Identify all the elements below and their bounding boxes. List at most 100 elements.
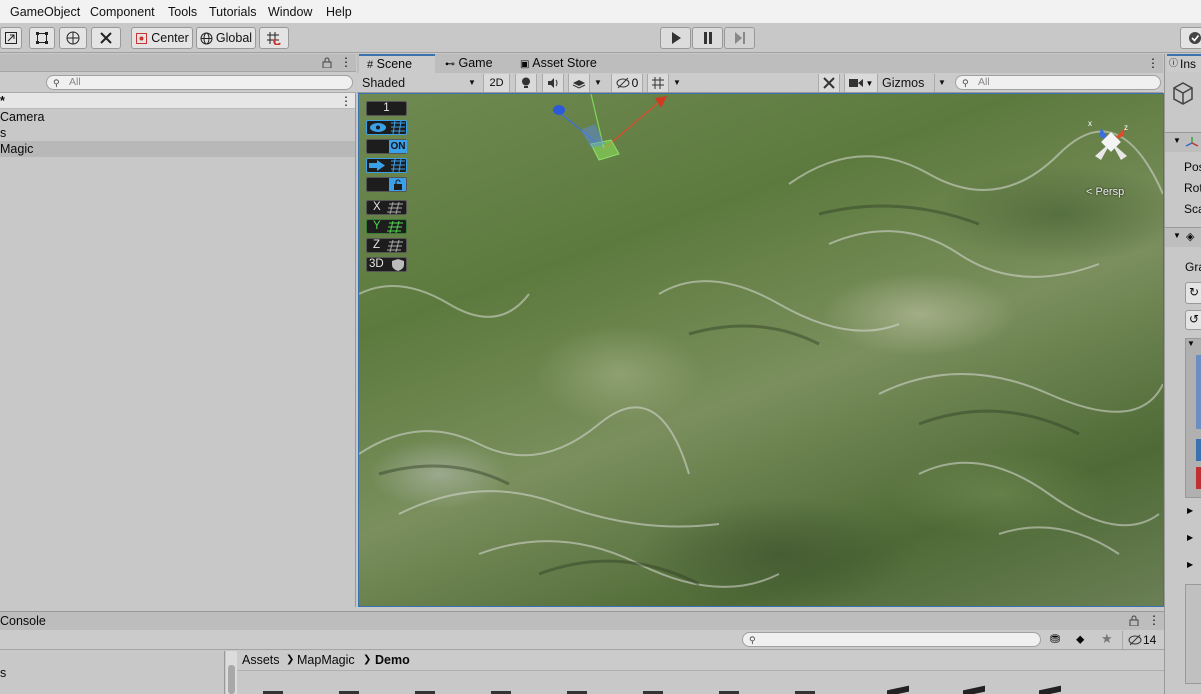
- audio-toggle[interactable]: [542, 74, 564, 92]
- tab-game[interactable]: ⊷ Game: [437, 54, 509, 73]
- transform-component-header[interactable]: ▼: [1165, 132, 1201, 152]
- 2d-toggle-button[interactable]: 2D: [483, 74, 510, 92]
- grid-snap-button[interactable]: [259, 27, 289, 49]
- scale-label: Sca: [1184, 202, 1201, 216]
- tab-scene[interactable]: # Scene: [359, 54, 435, 73]
- grid-toggle[interactable]: [647, 74, 669, 92]
- hierarchy-item-selected[interactable]: Magic: [0, 141, 355, 157]
- orientation-gizmo[interactable]: x z: [1088, 119, 1128, 160]
- hierarchy-search-input[interactable]: ⚲ All: [46, 75, 353, 90]
- search-placeholder: All: [69, 76, 81, 88]
- breadcrumb: Assets ❯ MapMagic ❯ Demo: [237, 651, 1164, 671]
- lock-icon[interactable]: [322, 57, 332, 68]
- component-header[interactable]: ▼ ◈: [1165, 227, 1201, 247]
- transform-tool-button[interactable]: [59, 27, 87, 49]
- number-button[interactable]: 1: [366, 101, 407, 116]
- project-search-input[interactable]: ⚲: [742, 632, 1041, 647]
- grid-plane-icon: [387, 240, 403, 252]
- asset-thumbnail[interactable]: [963, 685, 985, 694]
- lock-button[interactable]: [366, 177, 407, 192]
- label-icon[interactable]: ⬥: [1076, 632, 1084, 647]
- tab-console[interactable]: Console: [0, 614, 46, 628]
- folder-item[interactable]: s: [0, 666, 6, 680]
- lock-icon[interactable]: [1129, 615, 1139, 626]
- camera-settings-dropdown[interactable]: ▼: [844, 74, 878, 92]
- shield-icon: [392, 259, 404, 271]
- menu-help[interactable]: Help: [326, 5, 352, 19]
- refresh-button[interactable]: ↻: [1185, 282, 1201, 304]
- x-axis-button[interactable]: X: [366, 200, 407, 215]
- pivot-center-toggle[interactable]: Center: [131, 27, 193, 49]
- clear-button[interactable]: ↺: [1185, 310, 1201, 330]
- hierarchy-item-label: Camera: [0, 110, 45, 124]
- scene-menu-icon[interactable]: ⋮: [340, 93, 352, 109]
- effects-toggle[interactable]: [568, 74, 590, 92]
- menu-tutorials[interactable]: Tutorials: [209, 5, 256, 19]
- account-button[interactable]: [1180, 27, 1201, 49]
- scrollbar[interactable]: [226, 651, 237, 694]
- scene-tools-button[interactable]: [818, 74, 840, 92]
- panel-menu-icon[interactable]: ⋮: [340, 55, 352, 69]
- filter-type-icon[interactable]: ⛃: [1050, 632, 1060, 646]
- chevron-down-icon[interactable]: ▼: [673, 74, 681, 92]
- chevron-right-icon: ❯: [363, 654, 372, 665]
- global-space-toggle[interactable]: Global: [196, 27, 256, 49]
- chevron-right-icon[interactable]: ▶: [1187, 560, 1193, 569]
- chevron-down-icon: ▼: [1187, 339, 1195, 348]
- hidden-objects-toggle[interactable]: 0: [611, 74, 643, 92]
- menu-gameobject[interactable]: GameObject: [10, 5, 80, 19]
- asset-thumbnail[interactable]: [1039, 685, 1061, 694]
- transform-axes-icon: [1185, 137, 1199, 147]
- asset-thumbnail[interactable]: [887, 685, 909, 694]
- custom-tool-button[interactable]: [91, 27, 121, 49]
- color-swatch[interactable]: [1196, 467, 1201, 489]
- tab-asset-store[interactable]: ▣ Asset Store: [512, 54, 612, 73]
- search-icon: ⚲: [962, 78, 969, 88]
- lighting-toggle[interactable]: [515, 74, 537, 92]
- hidden-count: 0: [631, 76, 639, 90]
- hidden-packages-toggle[interactable]: 14: [1122, 631, 1162, 649]
- y-axis-button[interactable]: Y: [366, 219, 407, 234]
- position-label: Pos: [1184, 160, 1201, 174]
- chevron-right-icon[interactable]: ▶: [1187, 533, 1193, 542]
- menu-window[interactable]: Window: [268, 5, 312, 19]
- grid-plane-icon: [387, 221, 403, 233]
- scene-header-row[interactable]: * ⋮: [0, 93, 355, 109]
- on-toggle[interactable]: ON: [366, 139, 407, 154]
- 3d-button[interactable]: 3D: [366, 257, 407, 272]
- scale-tool-button[interactable]: [0, 27, 22, 49]
- chevron-right-icon[interactable]: ▶: [1187, 506, 1193, 515]
- shading-mode-dropdown[interactable]: Shaded ▼: [362, 74, 476, 92]
- transform-gizmo[interactable]: [553, 94, 667, 161]
- hierarchy-item[interactable]: s: [0, 125, 355, 141]
- panel-menu-icon[interactable]: ⋮: [1147, 56, 1159, 70]
- scene-viewport[interactable]: x z < Persp 1 ON X Y Z 3D: [359, 94, 1163, 606]
- persp-label[interactable]: < Persp: [1086, 186, 1124, 198]
- arrow-button[interactable]: [366, 158, 407, 173]
- step-button[interactable]: [724, 27, 755, 49]
- visibility-button[interactable]: [366, 120, 407, 135]
- play-button[interactable]: [660, 27, 691, 49]
- color-swatch[interactable]: [1196, 355, 1201, 429]
- pause-button[interactable]: [692, 27, 723, 49]
- color-swatch[interactable]: [1196, 439, 1201, 461]
- tab-game-label: Game: [458, 56, 493, 70]
- menu-tools[interactable]: Tools: [168, 5, 197, 19]
- tab-inspector[interactable]: ⓘ Ins: [1167, 54, 1201, 72]
- rect-tool-button[interactable]: [29, 27, 55, 49]
- panel-menu-icon[interactable]: ⋮: [1148, 613, 1160, 627]
- hierarchy-toolbar: ⚲ All: [0, 72, 356, 93]
- breadcrumb-item[interactable]: Assets: [242, 653, 280, 667]
- breadcrumb-item[interactable]: MapMagic: [297, 653, 355, 667]
- scrollbar-thumb[interactable]: [228, 665, 235, 694]
- z-axis-button[interactable]: Z: [366, 238, 407, 253]
- star-icon[interactable]: ★: [1101, 631, 1113, 647]
- chevron-down-icon[interactable]: ▼: [594, 74, 602, 92]
- scene-search-input[interactable]: ⚲ All: [955, 75, 1161, 90]
- gizmos-dropdown[interactable]: Gizmos ▼: [881, 74, 947, 92]
- menu-component[interactable]: Component: [90, 5, 155, 19]
- 3d-label: 3D: [369, 258, 384, 270]
- hierarchy-item[interactable]: Camera: [0, 109, 355, 125]
- breadcrumb-item-current[interactable]: Demo: [375, 653, 410, 667]
- main-toolbar: Center Global: [0, 24, 1201, 53]
